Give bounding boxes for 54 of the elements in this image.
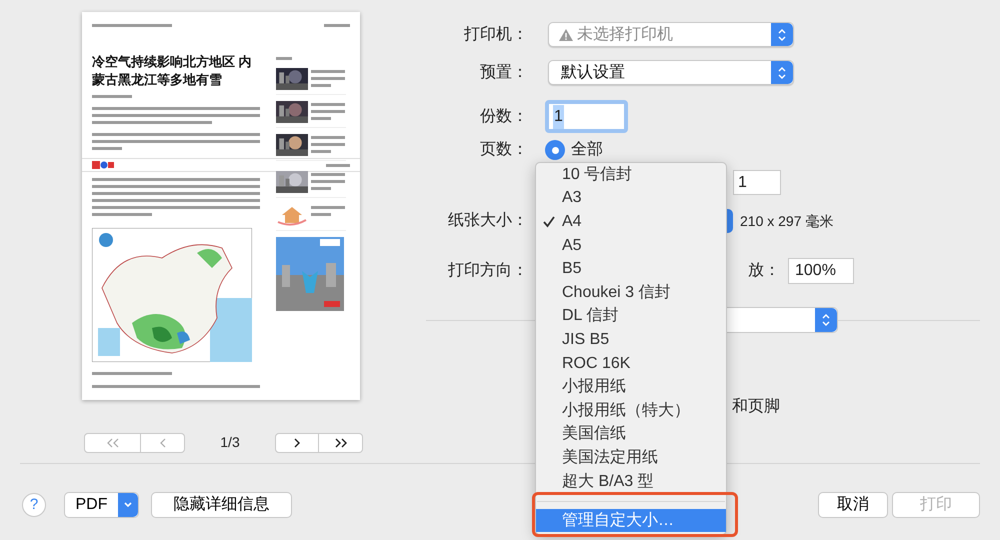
menu-item[interactable]: 小报用纸 [536,375,726,399]
field-label: 预置： [480,62,528,82]
menu-item[interactable]: 美国法定用纸 [536,446,726,470]
field-label: 打印方向： [448,260,528,281]
stepper-icon [821,313,831,327]
page-range-field[interactable]: 1 [733,170,781,195]
double-chevron-left-icon [104,438,120,448]
field-label: 页数： [480,140,528,160]
radio-button[interactable] [545,140,565,160]
house-icon [276,204,308,226]
menu-item[interactable]: 超大 B/A3 型 [536,470,726,494]
menu-item[interactable]: JIS B5 [536,328,726,352]
text-lines-drawing [311,68,345,89]
text-lines-drawing [311,101,345,122]
paper-dimensions: 210 x 297 毫米 [740,212,834,230]
menu-item[interactable]: A5 [536,234,726,258]
menu-item[interactable]: DL 信封 [536,304,726,328]
radio-label: 全部 [571,140,603,160]
menu-item[interactable]: A3 [536,186,726,210]
copies-field[interactable]: 1 [545,100,628,133]
hide-details-button[interactable]: 隐藏详细信息 [151,492,292,518]
menu-item[interactable]: 小报用纸（特大） [536,398,726,423]
field-label: 份数： [480,106,528,126]
last-page-button[interactable] [319,432,363,452]
chevron-left-icon [158,438,166,448]
page-indicator: 1/3 [219,433,241,452]
popup-button[interactable] [727,307,838,333]
menu-item[interactable]: Choukei 3 信封 [536,280,726,305]
logo-icon [92,161,114,169]
preset-popup[interactable]: 默认设置 [548,60,794,85]
stepper-icon [777,28,787,42]
text-lines-drawing [311,171,345,192]
menu-item[interactable]: 10 号信封 [536,163,726,187]
menu-item[interactable]: A4 [536,210,726,234]
field-label: 放： [748,261,780,281]
menu-item[interactable]: ROC 16K [536,352,726,376]
scale-field[interactable]: 100% [788,258,854,284]
article-headline: 冷空气持续影响北方地区 内蒙古黑龙江等多地有雪 [92,53,253,89]
help-button[interactable]: ? [22,493,46,517]
menu-item[interactable]: B5 [536,257,726,281]
field-label: 打印机： [464,24,528,44]
text-lines-drawing [311,134,345,155]
chevron-down-icon [123,501,133,509]
checkbox-label: 和页脚 [732,398,780,415]
stepper-icon [777,66,787,80]
first-page-button[interactable] [84,432,141,452]
menu-item[interactable]: 美国信纸 [536,422,726,446]
text-lines-drawing [311,204,345,218]
menu-item[interactable]: 管理自定大小… [536,509,726,532]
cancel-button[interactable]: 取消 [818,492,888,518]
field-label: 纸张大小： [448,210,528,231]
double-chevron-right-icon [332,438,348,448]
chevron-right-icon [293,438,301,448]
pdf-button[interactable]: PDF [64,492,139,518]
